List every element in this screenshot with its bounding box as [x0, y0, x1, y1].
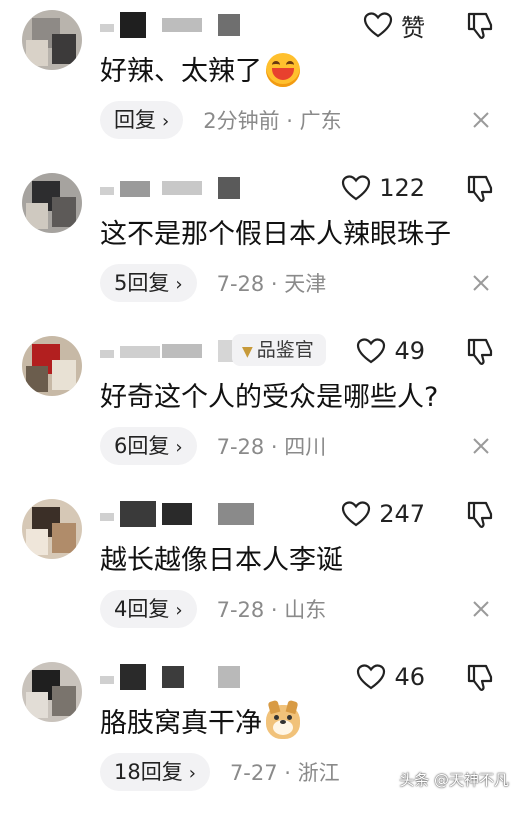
thumbs-down-icon[interactable] [465, 662, 495, 692]
like-count: 49 [394, 337, 425, 365]
laughing-face-icon [266, 52, 300, 87]
heart-icon [342, 175, 371, 201]
comment-text: 胳肢窝真干净 [100, 699, 300, 744]
avatar[interactable] [22, 173, 82, 233]
reply-button[interactable]: 回复 › [100, 101, 184, 139]
comment-item: 122 这不是那个假日本人辣眼珠子 5回复 › 7-28 · 天津 [0, 163, 521, 325]
heart-icon [363, 12, 393, 38]
like-button[interactable]: 122 [341, 171, 425, 205]
comment-meta: 7-28 · 天津 [216, 272, 327, 296]
username-redacted[interactable] [100, 12, 280, 38]
avatar[interactable] [22, 10, 82, 70]
thumbs-down-icon[interactable] [465, 499, 495, 529]
comment-text: 越长越像日本人李诞 [100, 545, 343, 576]
like-button[interactable]: 46 [356, 660, 425, 694]
avatar[interactable] [22, 662, 82, 722]
comment-item: 赞 好辣、太辣了 回复 › 2分钟前 · 广东 [0, 0, 521, 162]
reply-button[interactable]: 6回复 › [100, 427, 197, 465]
like-count: 赞 [401, 13, 425, 42]
thumbs-down-icon[interactable] [465, 173, 495, 203]
heart-icon [342, 501, 371, 527]
chevron-right-icon: › [175, 274, 183, 295]
comment-meta: 7-27 · 浙江 [229, 761, 340, 785]
dog-face-icon [266, 699, 300, 739]
close-icon[interactable] [471, 599, 491, 619]
chevron-right-icon: › [175, 600, 183, 621]
thumbs-down-icon[interactable] [465, 10, 495, 40]
username-redacted[interactable] [100, 501, 280, 527]
chevron-right-icon: › [162, 111, 170, 132]
status-badge: ▼ 品鉴官 [232, 334, 326, 366]
username-redacted[interactable] [100, 175, 280, 201]
like-count: 46 [394, 663, 425, 691]
like-count: 122 [379, 174, 425, 202]
avatar[interactable] [22, 336, 82, 396]
close-icon[interactable] [471, 110, 491, 130]
close-icon[interactable] [471, 436, 491, 456]
comment-meta: 7-28 · 四川 [216, 435, 327, 459]
heart-icon [357, 338, 386, 364]
close-icon[interactable] [471, 273, 491, 293]
wine-glass-icon: ▼ [242, 344, 253, 360]
thumbs-down-icon[interactable] [465, 336, 495, 366]
reply-button[interactable]: 18回复 › [100, 753, 210, 791]
comment-meta: 7-28 · 山东 [216, 598, 327, 622]
comment-text: 好辣、太辣了 [100, 52, 300, 92]
reply-button[interactable]: 5回复 › [100, 264, 197, 302]
username-redacted[interactable] [100, 664, 280, 690]
comment-text: 好奇这个人的受众是哪些人? [100, 382, 439, 413]
comment-item: 247 越长越像日本人李诞 4回复 › 7-28 · 山东 [0, 489, 521, 651]
comment-text: 这不是那个假日本人辣眼珠子 [100, 219, 451, 250]
chevron-right-icon: › [175, 437, 183, 458]
reply-button[interactable]: 4回复 › [100, 590, 197, 628]
chevron-right-icon: › [188, 763, 196, 784]
comment-item: ▼ 品鉴官 49 好奇这个人的受众是哪些人? 6回复 › 7-28 · 四川 [0, 326, 521, 488]
avatar[interactable] [22, 499, 82, 559]
comment-meta: 2分钟前 · 广东 [203, 109, 342, 133]
heart-icon [357, 664, 386, 690]
like-count: 247 [379, 500, 425, 528]
like-button[interactable]: 247 [341, 497, 425, 531]
like-button[interactable]: 赞 [363, 8, 425, 42]
like-button[interactable]: 49 [356, 334, 425, 368]
watermark: 头条 @天神不凡 [399, 771, 509, 789]
